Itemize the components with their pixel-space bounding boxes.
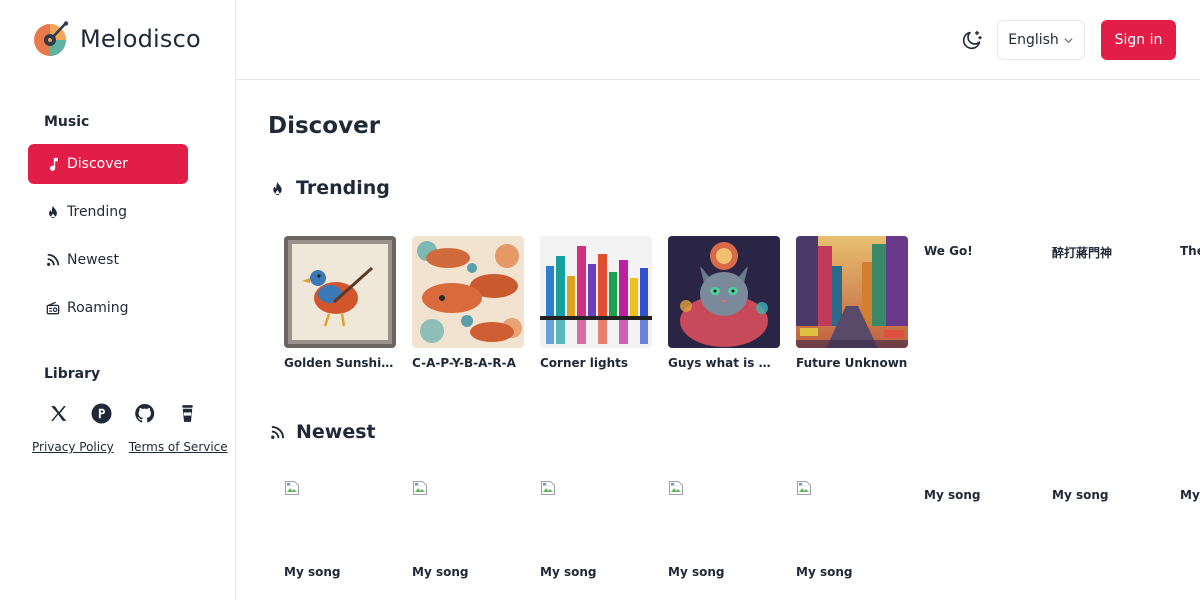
broken-image-icon (797, 481, 811, 495)
song-cover (540, 236, 652, 348)
theme-toggle-button[interactable] (961, 29, 983, 51)
song-cover (284, 236, 396, 348)
flame-icon (273, 181, 282, 195)
section-title: Newest (296, 421, 376, 443)
footer-links: Privacy Policy Terms of Service (32, 440, 228, 454)
radio-icon (46, 301, 60, 315)
terms-of-service-link[interactable]: Terms of Service (129, 440, 228, 454)
song-title[interactable]: My song (1052, 488, 1108, 502)
moon-stars-icon (962, 30, 982, 50)
broken-image-icon (669, 481, 683, 495)
music-section-title: Music (44, 114, 90, 130)
song-title: Corner lights (540, 356, 628, 370)
broken-image-icon (285, 481, 299, 495)
song-title[interactable]: My song (796, 565, 852, 579)
song-title[interactable]: My song (540, 565, 596, 579)
chevron-down-icon (1064, 37, 1073, 43)
producthunt-icon[interactable] (91, 403, 112, 424)
flame-icon (49, 205, 57, 219)
language-label: English (1008, 32, 1059, 48)
top-header: English Sign in (236, 0, 1200, 80)
song-card[interactable]: Golden Sunshine Groove (284, 236, 396, 370)
newest-heading: Newest (270, 421, 376, 443)
song-cover (796, 236, 908, 348)
song-title[interactable]: My song (412, 565, 468, 579)
song-title: 醉打蔣門神 (1052, 246, 1113, 260)
privacy-policy-link[interactable]: Privacy Policy (32, 440, 114, 454)
logo-icon (34, 21, 69, 56)
app-name: Melodisco (80, 25, 201, 53)
rss-icon (271, 425, 285, 439)
sidebar-item-label: Roaming (67, 300, 129, 316)
sidebar: Melodisco Music Discover Trending Newest… (0, 0, 236, 600)
song-card[interactable]: Future Unknown (796, 236, 908, 370)
sidebar-item-newest[interactable]: Newest (28, 240, 188, 280)
sidebar-item-roaming[interactable]: Roaming (28, 288, 188, 328)
library-section-title: Library (44, 366, 101, 382)
song-card[interactable]: Guys what is wrong with me (668, 236, 780, 370)
song-title: C-A-P-Y-B-A-R-A (412, 356, 516, 370)
sidebar-item-label: Trending (67, 204, 127, 220)
social-links (48, 403, 198, 424)
x-icon[interactable] (48, 403, 69, 424)
song-title[interactable]: My (1180, 488, 1200, 502)
song-title: Future Unknown (796, 356, 908, 370)
sidebar-item-label: Discover (67, 156, 128, 172)
song-title: The (1180, 244, 1200, 258)
sidebar-item-label: Newest (67, 252, 119, 268)
song-title[interactable]: My song (284, 565, 340, 579)
song-card[interactable]: 醉打蔣門神 (1052, 244, 1164, 261)
song-title[interactable]: My song (924, 488, 980, 502)
song-card[interactable]: C-A-P-Y-B-A-R-A (412, 236, 524, 370)
sidebar-item-trending[interactable]: Trending (28, 192, 188, 232)
song-cover (412, 236, 524, 348)
logo[interactable]: Melodisco (32, 20, 201, 58)
language-select[interactable]: English (997, 20, 1085, 60)
music-note-icon (49, 157, 58, 171)
github-icon[interactable] (134, 403, 155, 424)
song-cover (668, 236, 780, 348)
broken-image-icon (413, 481, 427, 495)
rss-icon (47, 253, 60, 266)
broken-image-icon (541, 481, 555, 495)
sidebar-item-discover[interactable]: Discover (28, 144, 188, 184)
song-title: Guys what is wrong with me (668, 356, 780, 370)
song-card[interactable]: The (1180, 244, 1200, 258)
trending-heading: Trending (270, 177, 390, 199)
song-title: Golden Sunshine Groove (284, 356, 396, 370)
song-card[interactable]: Corner lights (540, 236, 652, 370)
song-title: We Go! (924, 244, 973, 258)
song-title[interactable]: My song (668, 565, 724, 579)
coffee-cup-icon[interactable] (177, 403, 198, 424)
section-title: Trending (296, 177, 390, 199)
sign-in-button[interactable]: Sign in (1101, 20, 1176, 60)
page-title: Discover (268, 113, 381, 139)
song-card[interactable]: We Go! (924, 244, 1036, 258)
